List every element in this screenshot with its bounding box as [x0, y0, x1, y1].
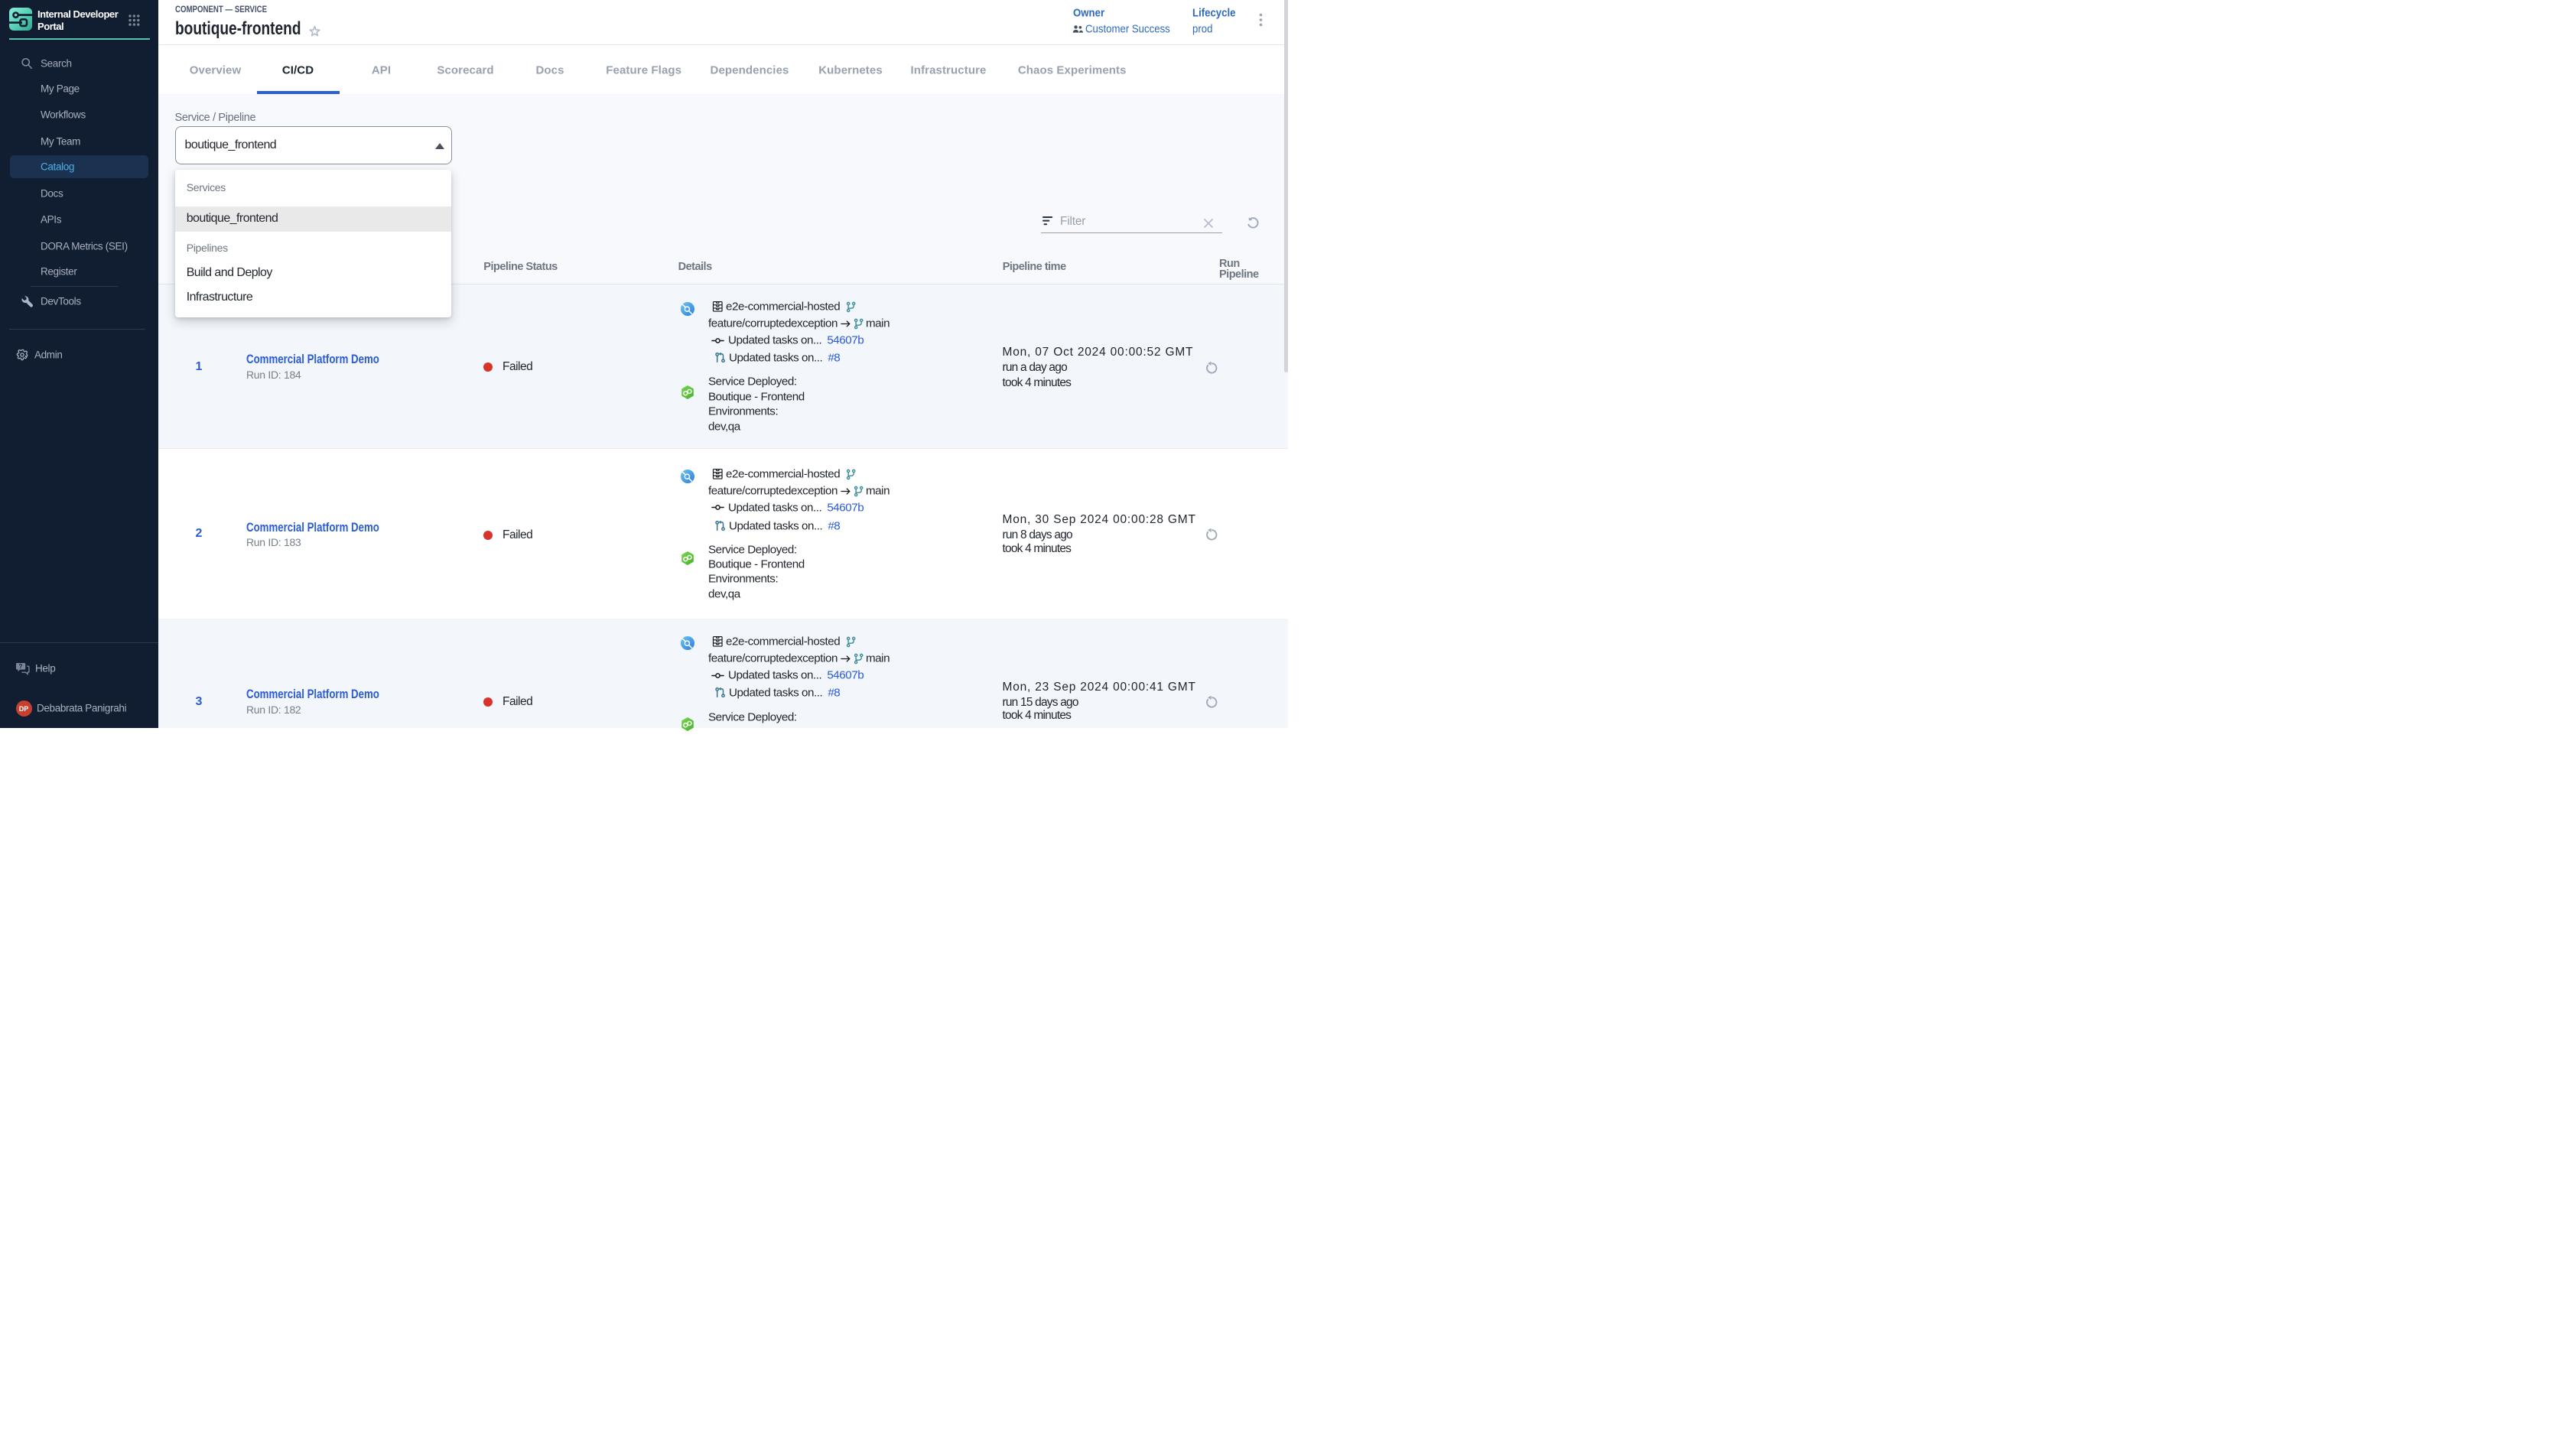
svg-text:?: ?: [19, 663, 23, 670]
